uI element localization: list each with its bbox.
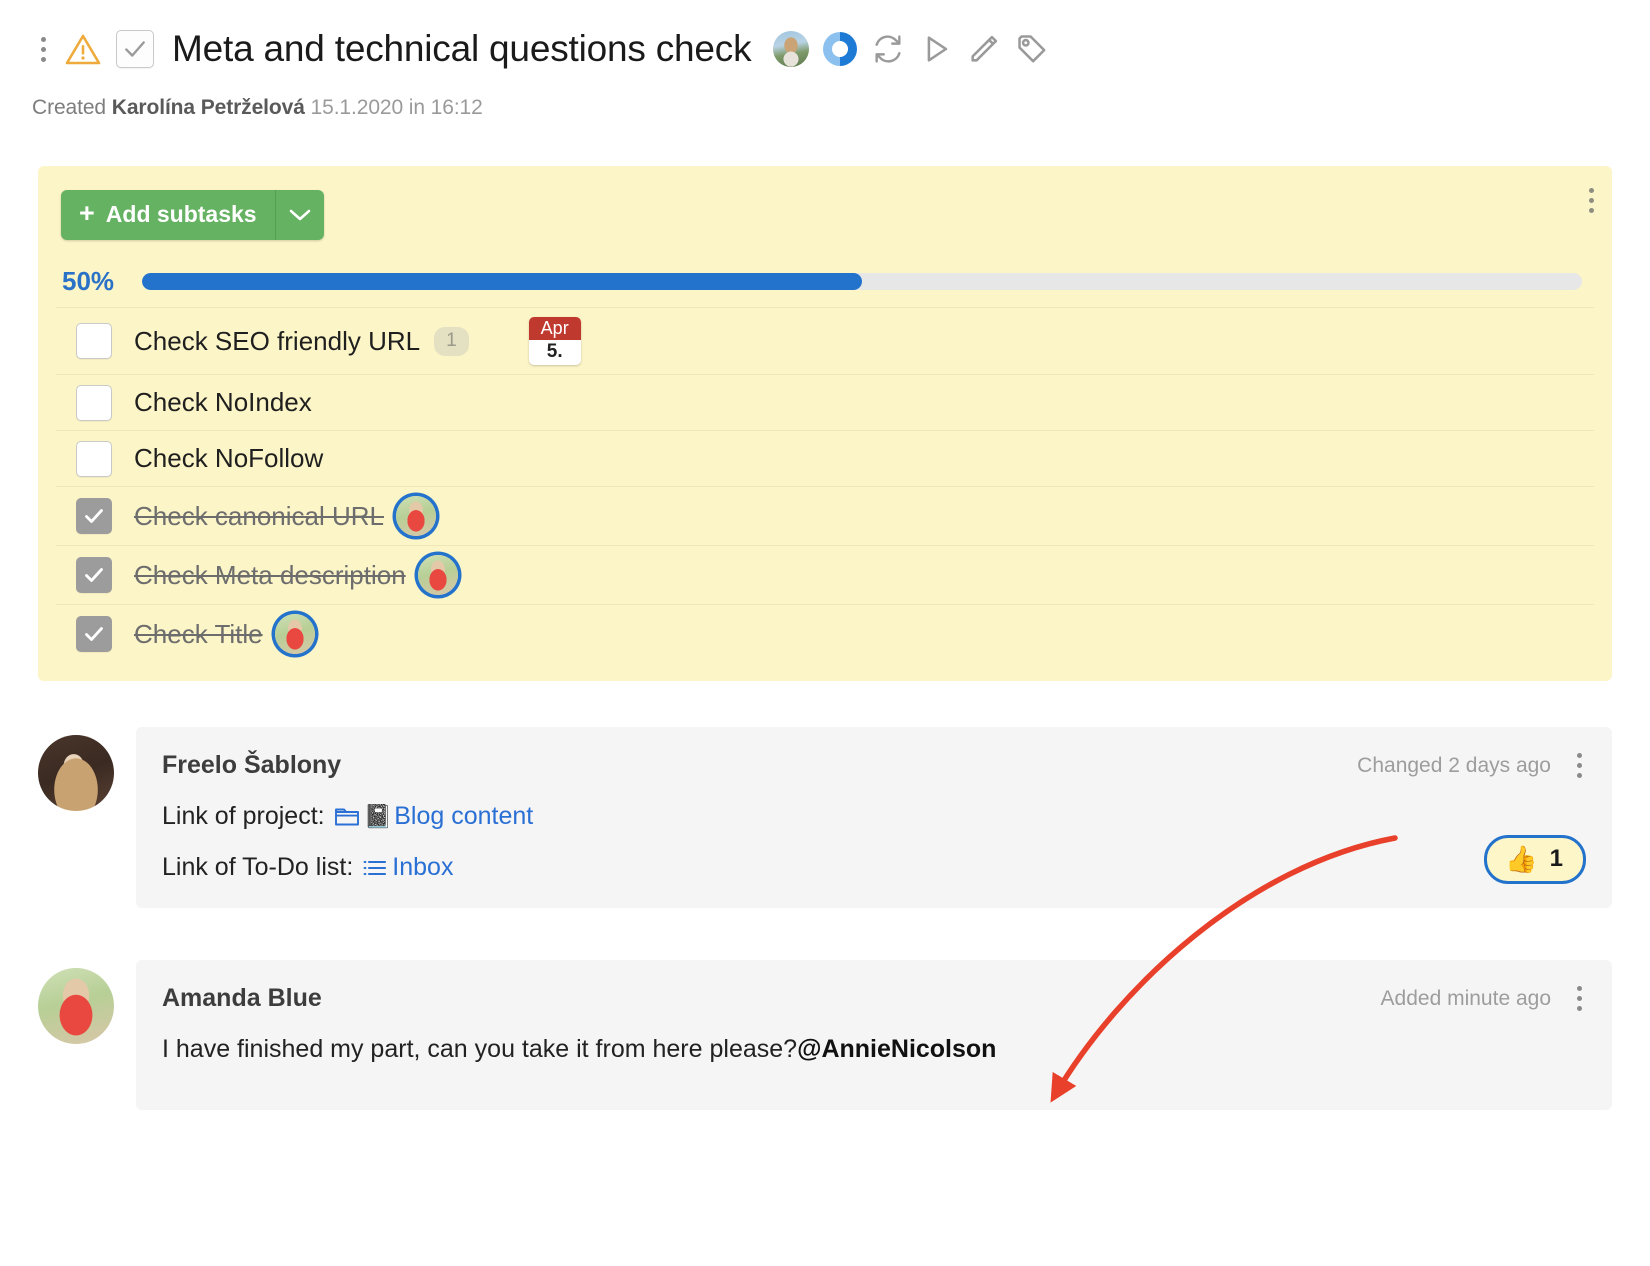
comment-meta: Changed 2 days ago bbox=[1357, 751, 1586, 780]
avatar[interactable] bbox=[38, 735, 114, 812]
subtask-checkbox[interactable] bbox=[76, 323, 112, 360]
due-date-day: 5. bbox=[546, 341, 563, 363]
comment-menu-kebab-icon[interactable] bbox=[1573, 751, 1586, 780]
subtask-label[interactable]: Check NoIndex bbox=[134, 387, 312, 418]
pencil-icon[interactable] bbox=[967, 32, 1001, 66]
list-icon bbox=[362, 857, 388, 879]
subtask-label[interactable]: Check Meta description bbox=[134, 560, 406, 591]
progress-percent-label: 50% bbox=[62, 266, 115, 296]
comment-body: I have finished my part, can you take it… bbox=[162, 1035, 1586, 1064]
subtask-assignee-avatar[interactable] bbox=[274, 614, 315, 655]
progress-bar-track bbox=[142, 273, 1582, 290]
subtask-assignee-avatar[interactable] bbox=[417, 555, 458, 596]
task-complete-checkbox[interactable] bbox=[116, 30, 154, 68]
subtask-checkbox[interactable] bbox=[76, 498, 112, 535]
tag-icon[interactable] bbox=[1015, 32, 1049, 66]
comment-header: Amanda Blue Added minute ago bbox=[162, 984, 1586, 1013]
subtasks-panel: + Add subtasks 50% Check SEO friendly UR… bbox=[38, 166, 1612, 682]
title-row: Meta and technical questions check bbox=[30, 18, 1650, 80]
progress-donut-icon[interactable] bbox=[823, 32, 858, 66]
play-icon[interactable] bbox=[919, 32, 953, 66]
title-action-icons bbox=[773, 31, 1049, 67]
subtask-label[interactable]: Check canonical URL bbox=[134, 501, 384, 532]
thumbs-up-icon: 👍 bbox=[1505, 844, 1538, 875]
subtasks-progress: 50% bbox=[62, 266, 1594, 297]
comment-line-project: Link of project: 📓 Blog content bbox=[162, 802, 1586, 831]
add-subtasks-label: Add subtasks bbox=[105, 201, 257, 227]
comment-header: Freelo Šablony Changed 2 days ago bbox=[162, 751, 1586, 780]
comment-menu-kebab-icon[interactable] bbox=[1573, 984, 1586, 1013]
project-link-label: Link of project: bbox=[162, 802, 325, 831]
comment-bubble: Amanda Blue Added minute ago I have fini… bbox=[136, 960, 1612, 1111]
created-author: Karolína Petrželová bbox=[111, 96, 305, 119]
add-subtasks-main[interactable]: + Add subtasks bbox=[61, 190, 276, 240]
subtask-row: Check Meta description bbox=[56, 545, 1594, 604]
comment-item: Amanda Blue Added minute ago I have fini… bbox=[38, 960, 1612, 1111]
created-prefix: Created bbox=[32, 96, 107, 119]
subtask-row: Check canonical URL bbox=[56, 486, 1594, 545]
comment-author: Freelo Šablony bbox=[162, 751, 342, 780]
due-date-month: Apr bbox=[528, 317, 581, 341]
subtask-label[interactable]: Check SEO friendly URL bbox=[134, 326, 420, 357]
comments-section: Freelo Šablony Changed 2 days ago Link o… bbox=[38, 727, 1612, 1111]
created-date: 15.1.2020 in 16:12 bbox=[310, 96, 483, 119]
subtask-row: Check NoFollow bbox=[56, 430, 1594, 486]
reaction-like-button[interactable]: 👍 1 bbox=[1484, 835, 1586, 885]
comment-author: Amanda Blue bbox=[162, 984, 322, 1013]
subtask-checkbox[interactable] bbox=[76, 557, 112, 594]
todo-link-label: Link of To-Do list: bbox=[162, 853, 354, 882]
comment-text: I have finished my part, can you take it… bbox=[162, 1035, 798, 1064]
subtask-checkbox[interactable] bbox=[76, 616, 112, 653]
subtask-label[interactable]: Check NoFollow bbox=[134, 443, 323, 474]
comment-timestamp: Added minute ago bbox=[1380, 986, 1551, 1010]
created-line: Created Karolína Petrželová 15.1.2020 in… bbox=[32, 96, 1650, 120]
comment-bubble: Freelo Šablony Changed 2 days ago Link o… bbox=[136, 727, 1612, 909]
project-link[interactable]: Blog content bbox=[394, 802, 533, 831]
repeat-icon[interactable] bbox=[871, 32, 905, 66]
subtask-comment-count-badge[interactable]: 1 bbox=[434, 326, 469, 356]
comment-timestamp: Changed 2 days ago bbox=[1357, 753, 1551, 777]
subtask-assignee-avatar[interactable] bbox=[396, 496, 437, 537]
task-header: Meta and technical questions check Creat… bbox=[0, 0, 1650, 120]
todo-link[interactable]: Inbox bbox=[392, 853, 453, 882]
subtask-due-date-chip[interactable]: Apr 5. bbox=[528, 317, 581, 366]
folder-icon bbox=[334, 806, 360, 828]
chevron-down-icon[interactable] bbox=[276, 190, 324, 240]
plus-icon: + bbox=[79, 198, 95, 228]
assignee-avatar[interactable] bbox=[773, 31, 810, 67]
subtask-label[interactable]: Check Title bbox=[134, 619, 263, 650]
subtask-checkbox[interactable] bbox=[76, 384, 112, 421]
task-menu-kebab-icon[interactable] bbox=[30, 29, 56, 69]
mention-link[interactable]: @AnnieNicolson bbox=[797, 1035, 996, 1064]
add-subtasks-button[interactable]: + Add subtasks bbox=[61, 190, 324, 240]
avatar[interactable] bbox=[38, 968, 114, 1045]
subtask-row: Check Title bbox=[56, 604, 1594, 663]
comment-item: Freelo Šablony Changed 2 days ago Link o… bbox=[38, 727, 1612, 909]
subtask-row: Check NoIndex bbox=[56, 374, 1594, 430]
subtask-checkbox[interactable] bbox=[76, 440, 112, 477]
page-title: Meta and technical questions check bbox=[172, 28, 752, 69]
progress-bar-fill bbox=[142, 273, 862, 290]
notebook-emoji-icon: 📓 bbox=[363, 803, 393, 830]
reaction-count: 1 bbox=[1549, 845, 1563, 873]
subtask-list: Check SEO friendly URL 1 Apr 5. Check NoInde… bbox=[56, 307, 1594, 663]
comment-line-todo: Link of To-Do list: Inbox bbox=[162, 853, 1586, 882]
comment-meta: Added minute ago bbox=[1381, 984, 1586, 1013]
subtasks-panel-kebab-icon[interactable] bbox=[1589, 188, 1594, 213]
subtask-row: Check SEO friendly URL 1 Apr 5. bbox=[56, 307, 1594, 374]
warning-triangle-icon[interactable] bbox=[60, 27, 106, 71]
